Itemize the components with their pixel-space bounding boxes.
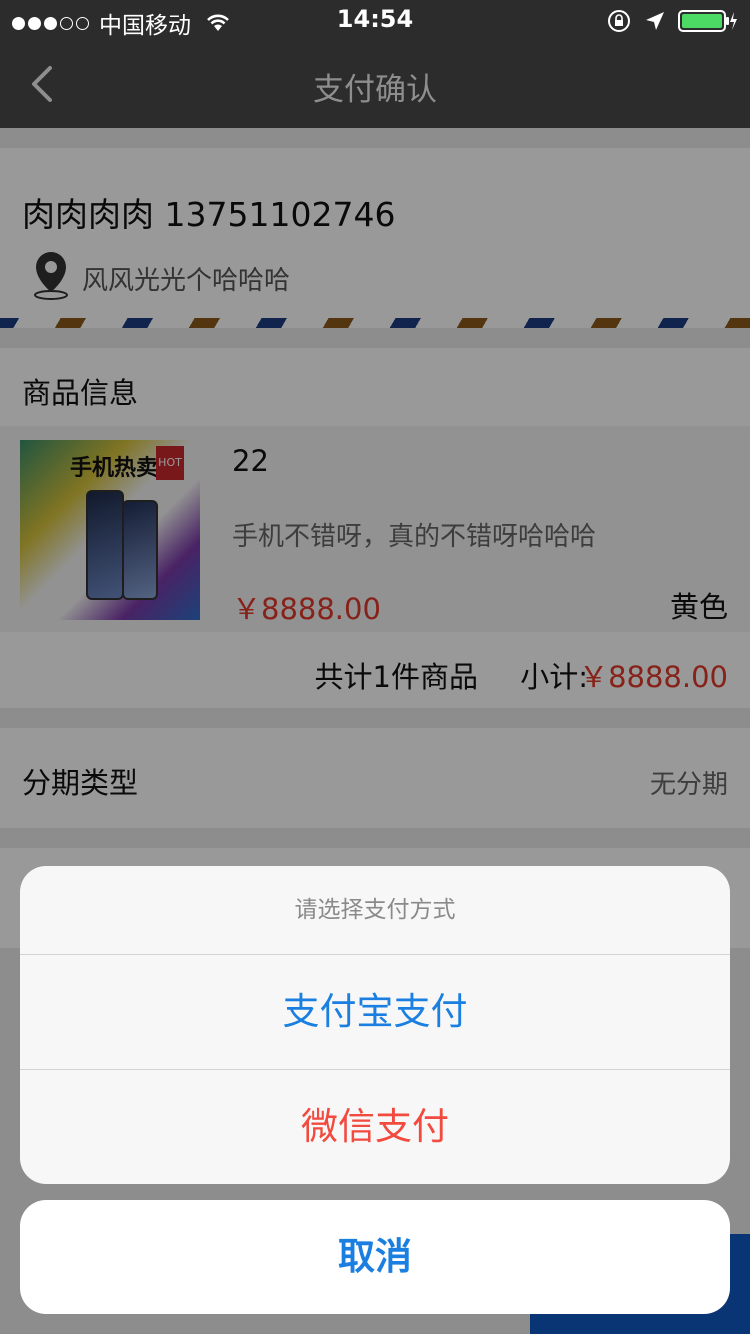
location-arrow-icon bbox=[646, 12, 664, 30]
alipay-option-button[interactable]: 支付宝支付 bbox=[20, 955, 730, 1069]
status-right bbox=[606, 8, 738, 34]
battery-icon bbox=[678, 10, 737, 32]
battery-fill bbox=[682, 14, 722, 28]
nav-bar: 支付确认 bbox=[0, 40, 750, 128]
payment-action-sheet: 请选择支付方式 支付宝支付 微信支付 bbox=[20, 866, 730, 1184]
cancel-button[interactable]: 取消 bbox=[20, 1200, 730, 1314]
orientation-lock-icon bbox=[608, 10, 630, 32]
wechat-pay-option-button[interactable]: 微信支付 bbox=[20, 1070, 730, 1184]
action-sheet-title: 请选择支付方式 bbox=[294, 897, 456, 923]
page-title: 支付确认 bbox=[313, 72, 437, 108]
status-bar: 中国移动 14:54 bbox=[0, 0, 750, 40]
